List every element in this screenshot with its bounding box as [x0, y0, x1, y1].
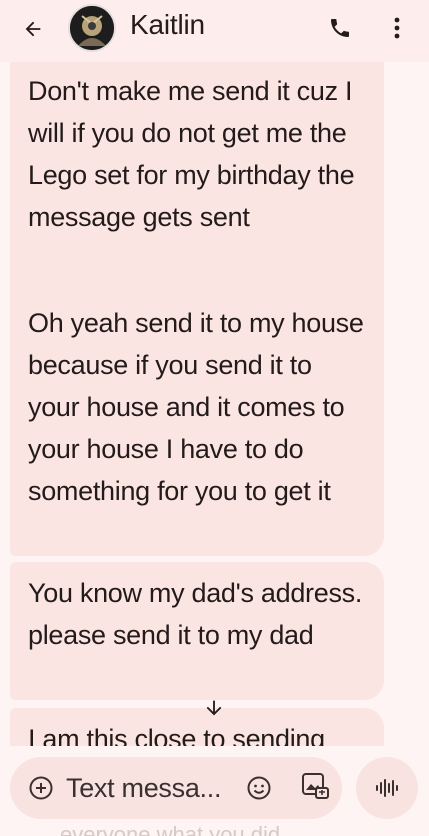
add-attachment-button[interactable] [28, 775, 54, 801]
message-bubble[interactable]: Oh yeah send it to my house because if y… [10, 292, 384, 556]
message-input[interactable] [66, 769, 246, 807]
voice-message-button[interactable] [356, 757, 418, 819]
scroll-to-bottom-button[interactable] [194, 688, 234, 728]
message-composer [10, 757, 342, 819]
avatar-image [70, 6, 114, 50]
message-text: Don't make me send it cuz I will if you … [28, 76, 355, 232]
voice-waveform-icon [376, 779, 398, 797]
gallery-button[interactable] [300, 771, 332, 803]
avatar[interactable] [68, 4, 116, 52]
message-thread[interactable]: Don't make me send it cuz I will if you … [0, 62, 429, 746]
more-options-button[interactable] [384, 10, 410, 46]
call-button[interactable] [324, 12, 356, 44]
arrow-down-icon [206, 700, 222, 716]
gallery-attach-icon [302, 773, 329, 799]
message-text: Oh yeah send it to my house because if y… [28, 308, 364, 506]
contact-name[interactable]: Kaitlin [130, 9, 205, 41]
message-text: You know my dad's address. please send i… [28, 578, 363, 650]
back-button[interactable] [16, 12, 50, 46]
add-circle-icon [29, 776, 53, 800]
phone-icon [331, 19, 349, 37]
more-vert-icon [394, 17, 400, 39]
message-bubble[interactable]: You know my dad's address. please send i… [10, 562, 384, 700]
partial-message-text: everyone what you did [60, 822, 281, 836]
emoji-icon [247, 776, 271, 800]
arrow-left-icon [25, 21, 41, 37]
app-header: Kaitlin [0, 0, 429, 62]
emoji-button[interactable] [246, 775, 272, 801]
